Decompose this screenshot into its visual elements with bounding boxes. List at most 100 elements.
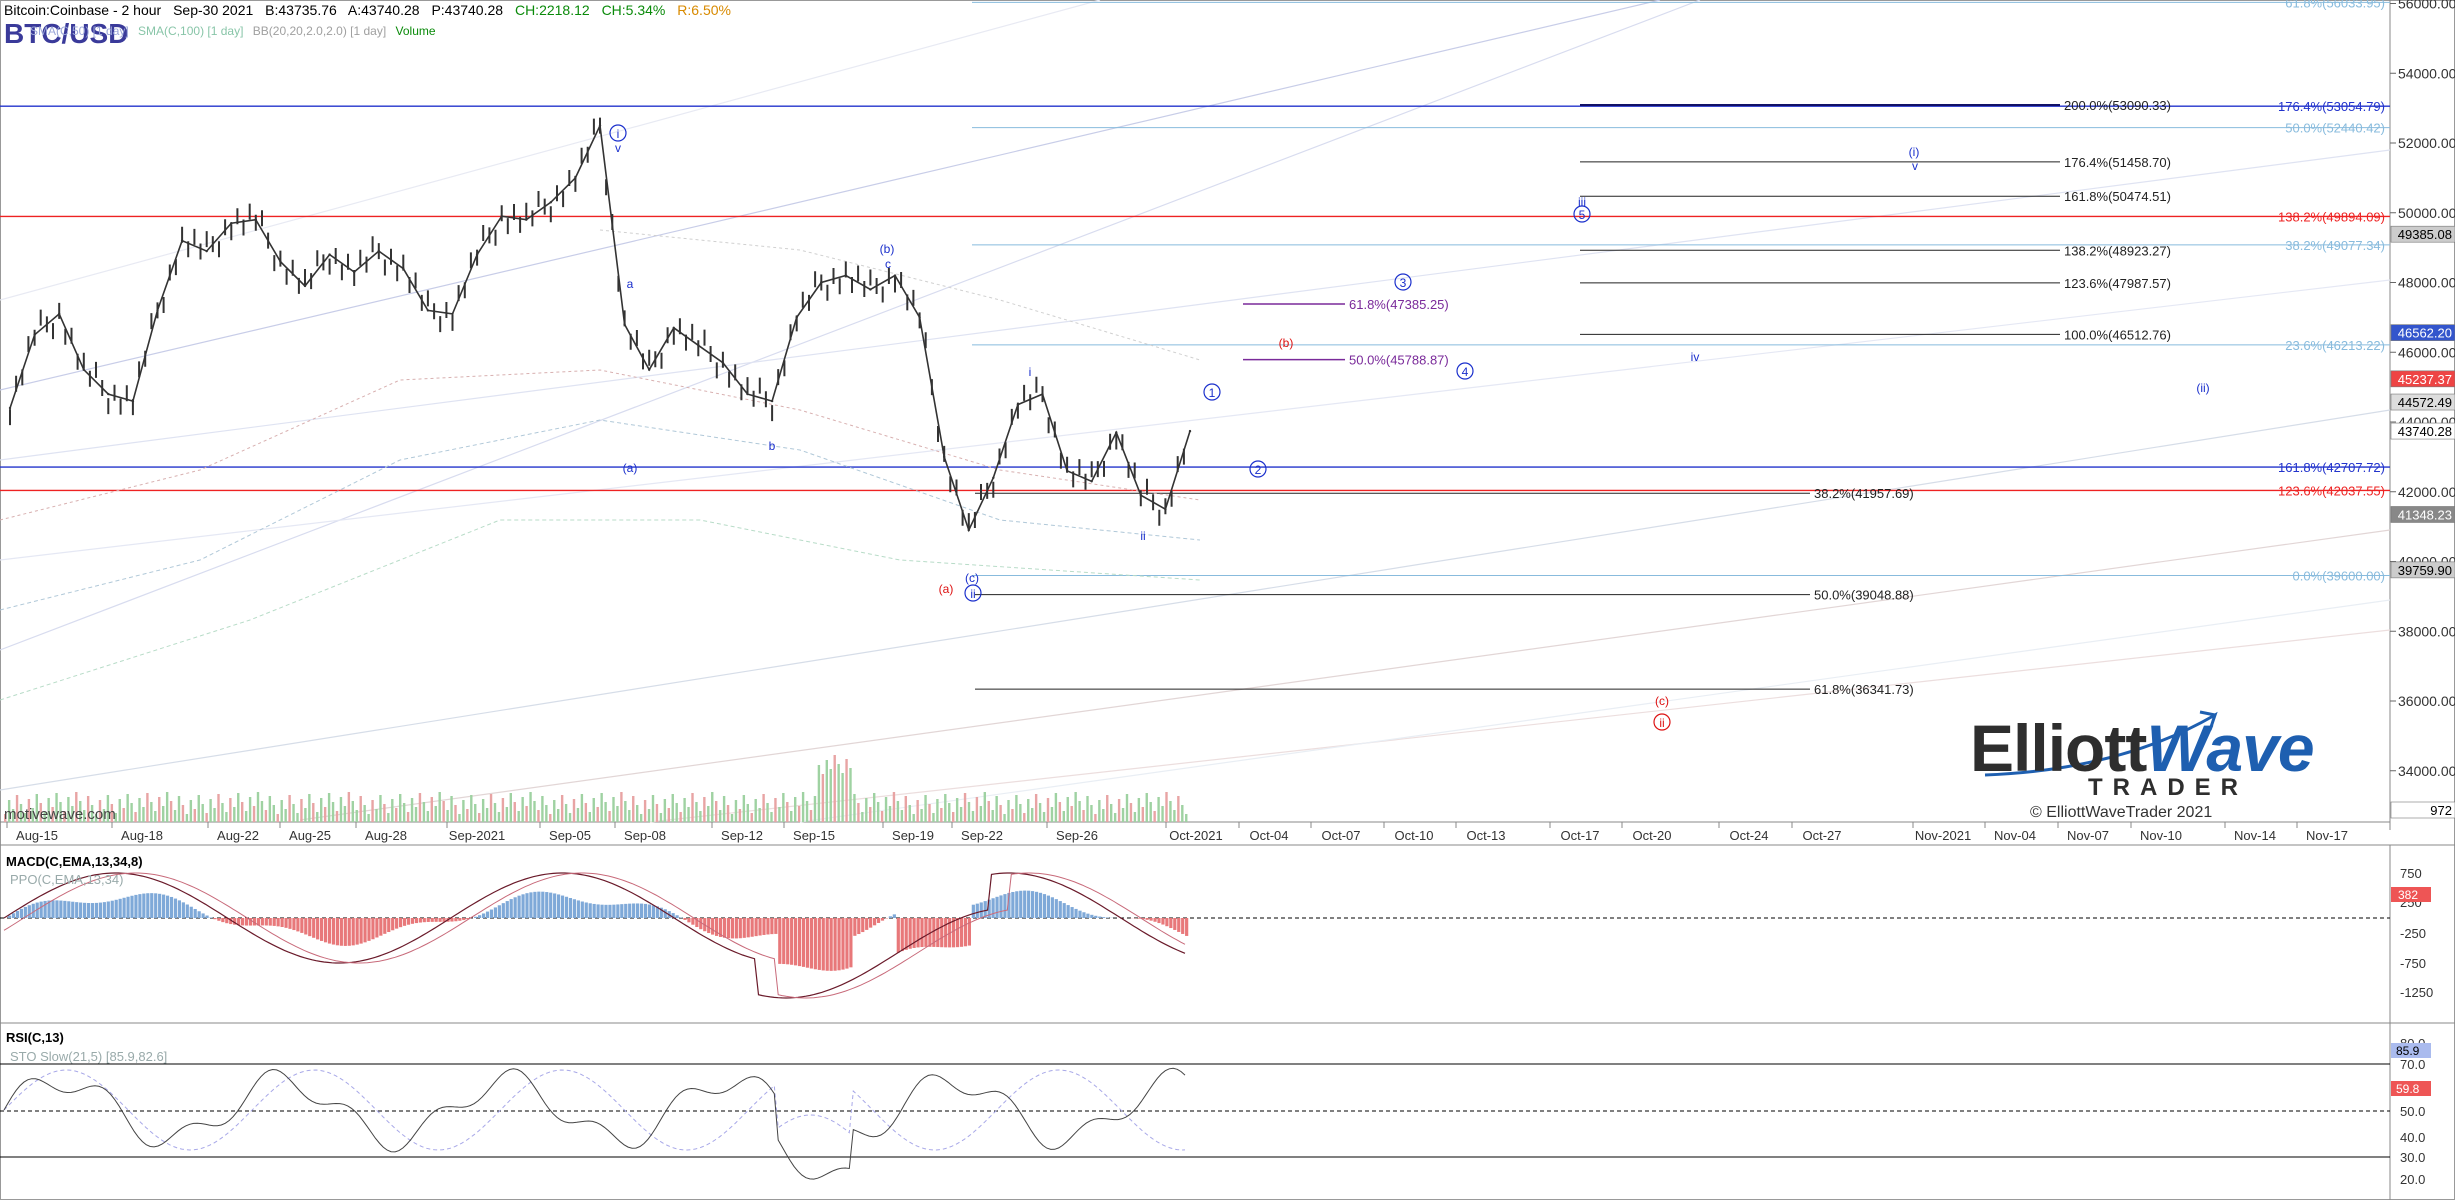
volume-bar: [1121, 808, 1125, 822]
volume-bar: [493, 803, 497, 822]
time-tick-label: Sep-08: [624, 828, 666, 843]
macd-histogram-bar: [478, 915, 482, 918]
price-point: [918, 316, 921, 319]
macd-histogram-bar: [529, 892, 533, 918]
volume-bar: [391, 799, 394, 822]
macd-histogram-bar: [873, 918, 877, 926]
macd-histogram-bar: [821, 918, 825, 971]
trendline: [0, 0, 1101, 301]
macd-histogram-bar: [857, 918, 861, 935]
macd-histogram-bar: [15, 910, 20, 918]
volume-bar: [718, 810, 722, 822]
macd-histogram-bar: [399, 918, 403, 928]
volume-bar: [794, 797, 797, 822]
volume-bar: [395, 808, 398, 822]
macd-sub: PPO(C,EMA,13,34): [10, 872, 124, 887]
macd-histogram-bar: [738, 918, 742, 939]
macd-histogram-bar: [497, 905, 501, 918]
price-tick-label: 50000.00: [2398, 205, 2455, 221]
macd-histogram-bar: [782, 918, 786, 965]
volume-bar: [225, 812, 228, 822]
wave-label-blue: (i): [1909, 145, 1920, 159]
volume-bar: [252, 806, 256, 822]
price-point: [205, 249, 208, 253]
price-point: [279, 260, 282, 263]
volume-bar: [722, 796, 726, 822]
macd-histogram-bar: [1003, 894, 1007, 918]
macd-histogram-bar: [1023, 890, 1027, 918]
wave-label-blue: (ii): [2196, 381, 2209, 395]
volume-bar: [288, 795, 291, 822]
macd-histogram-bar: [331, 918, 336, 945]
wave-label-blue: ii: [970, 587, 975, 601]
bid: B:43735.76: [265, 2, 337, 18]
macd-histogram-bar: [1157, 918, 1161, 924]
macd-histogram-bar: [165, 895, 170, 918]
volume-bar: [521, 797, 524, 822]
macd-histogram-bar: [501, 903, 505, 918]
price-point: [525, 218, 528, 221]
macd-histogram-bar: [675, 915, 679, 918]
macd-histogram-bar: [513, 897, 517, 918]
rsi-tick: 70.0: [2400, 1057, 2425, 1072]
price-point: [33, 333, 36, 337]
price-point: [672, 326, 675, 330]
macd-histogram-bar: [146, 893, 150, 918]
volume-bar: [1125, 794, 1129, 822]
volume-bar: [509, 793, 512, 822]
macd-histogram-bar: [1027, 890, 1031, 918]
volume-bar: [316, 812, 319, 822]
macd-histogram-bar: [900, 918, 904, 952]
macd-histogram-bar: [288, 918, 292, 929]
volume-bar: [410, 798, 414, 822]
volume-bar: [229, 798, 232, 822]
volume-bar: [1019, 804, 1022, 822]
volume-bar: [1070, 806, 1073, 822]
volume-bar: [205, 813, 208, 822]
volume-bar: [1011, 809, 1014, 822]
macd-histogram-bar: [162, 894, 166, 918]
macd-histogram-bar: [722, 918, 727, 938]
rsi-tick: 30.0: [2400, 1150, 2425, 1165]
macd-histogram-bar: [90, 903, 95, 918]
macd-histogram-bar: [75, 902, 79, 918]
macd-histogram-bar: [106, 901, 110, 918]
volume-bar: [991, 810, 994, 822]
macd-histogram-bar: [845, 918, 849, 969]
macd-histogram-bar: [335, 918, 339, 946]
macd-histogram-bar: [849, 918, 853, 968]
volume-bar: [959, 807, 963, 822]
volume-bar: [869, 807, 872, 822]
macd-histogram-bar: [750, 918, 754, 937]
rsi-badge-label: 59.8: [2396, 1082, 2420, 1096]
bb-line: [599, 229, 1201, 361]
macd-histogram-bar: [383, 918, 387, 934]
price-point: [795, 316, 798, 319]
volume-bar: [916, 800, 919, 822]
volume-bar: [695, 802, 698, 822]
volume-bar: [1157, 797, 1160, 822]
volume-bar: [162, 806, 165, 822]
volume-bar: [142, 807, 145, 822]
volume-bar: [924, 795, 927, 822]
price-point: [869, 288, 872, 291]
volume-bar: [786, 802, 789, 822]
macd-histogram-bar: [1169, 918, 1173, 929]
volume-bar: [1169, 801, 1172, 822]
fib-black-label: 176.4%(51458.70): [2064, 155, 2171, 170]
macd-histogram-bar: [276, 918, 280, 927]
macd-histogram-bar: [541, 891, 545, 918]
volume-bar: [557, 809, 560, 822]
volume-bar: [948, 803, 951, 822]
volume-bar: [1113, 813, 1117, 822]
macd-histogram-bar: [774, 918, 778, 934]
price-tick-label: 54000.00: [2398, 65, 2455, 81]
macd-histogram-bar: [71, 901, 75, 918]
volume-bar: [505, 807, 509, 822]
volume-bar: [343, 806, 347, 822]
rsi-sub: STO Slow(21,5) [85.9,82.6]: [10, 1049, 168, 1064]
macd-histogram-bar: [418, 918, 422, 923]
volume-label: Volume: [395, 24, 436, 38]
macd-histogram-bar: [505, 901, 509, 918]
volume-bar: [1058, 802, 1062, 822]
